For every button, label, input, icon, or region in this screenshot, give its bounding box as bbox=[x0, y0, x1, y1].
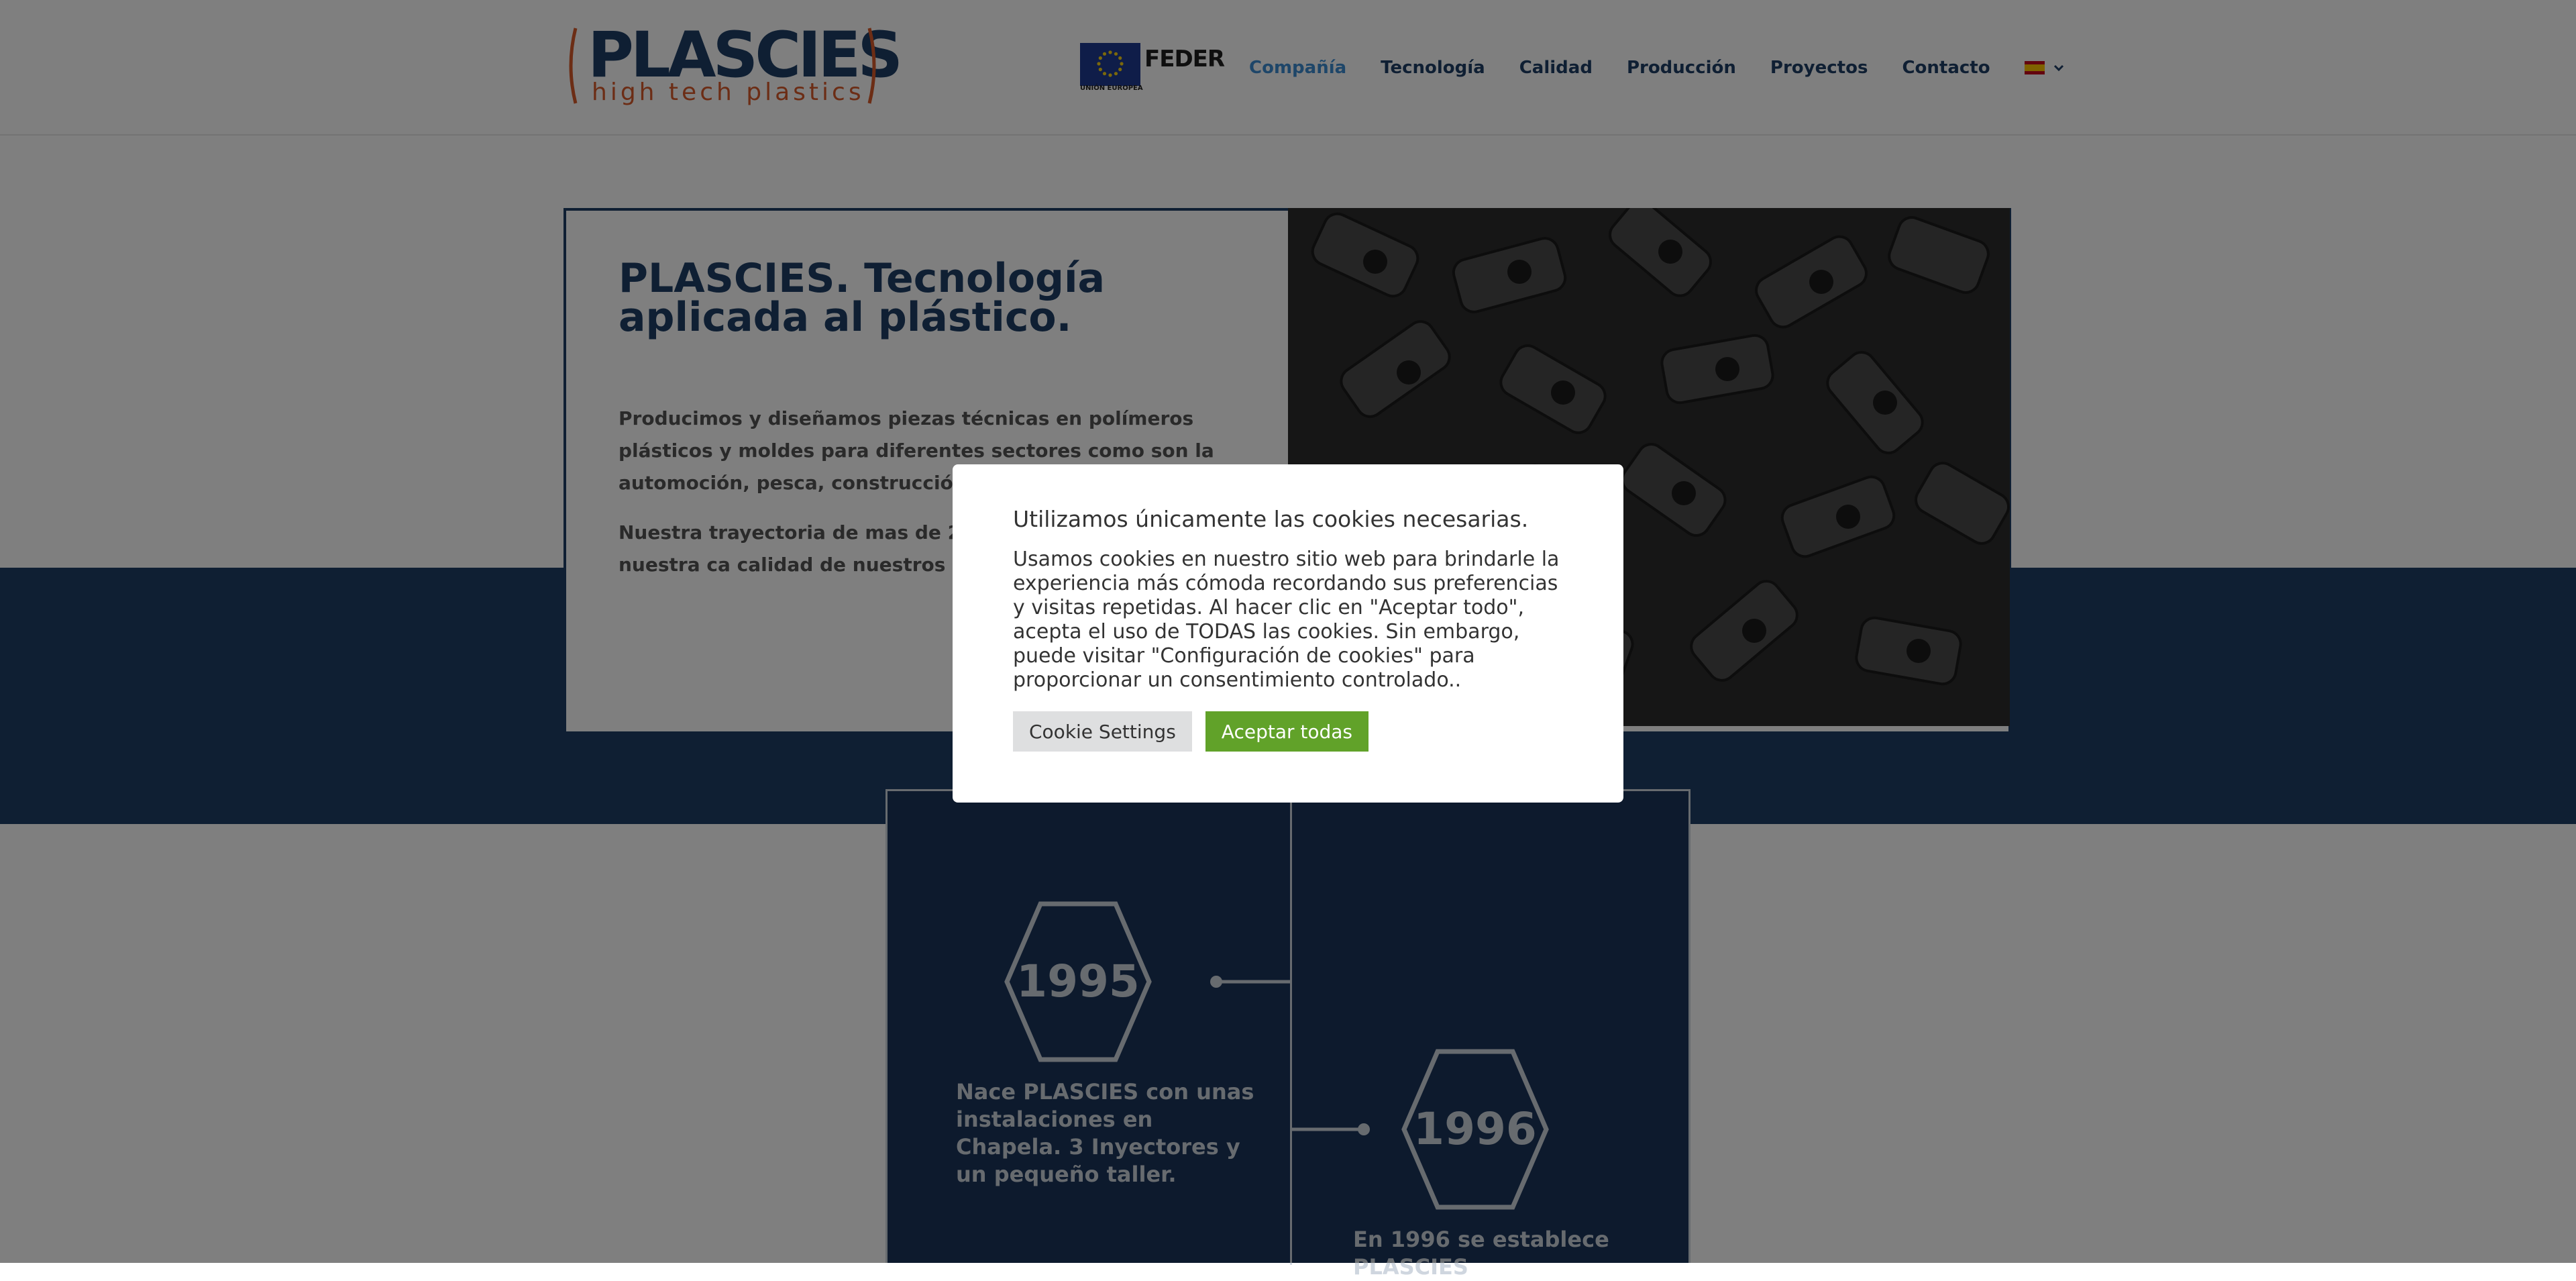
cookie-message: Usamos cookies en nuestro sitio web para… bbox=[1013, 548, 1560, 692]
cookie-actions: Cookie Settings Aceptar todas bbox=[1013, 711, 1563, 752]
cookie-settings-button[interactable]: Cookie Settings bbox=[1013, 711, 1192, 752]
cookie-title: Utilizamos únicamente las cookies necesa… bbox=[1013, 506, 1529, 532]
accept-all-button[interactable]: Aceptar todas bbox=[1205, 711, 1369, 752]
cookie-consent-dialog: Utilizamos únicamente las cookies necesa… bbox=[953, 464, 1623, 803]
